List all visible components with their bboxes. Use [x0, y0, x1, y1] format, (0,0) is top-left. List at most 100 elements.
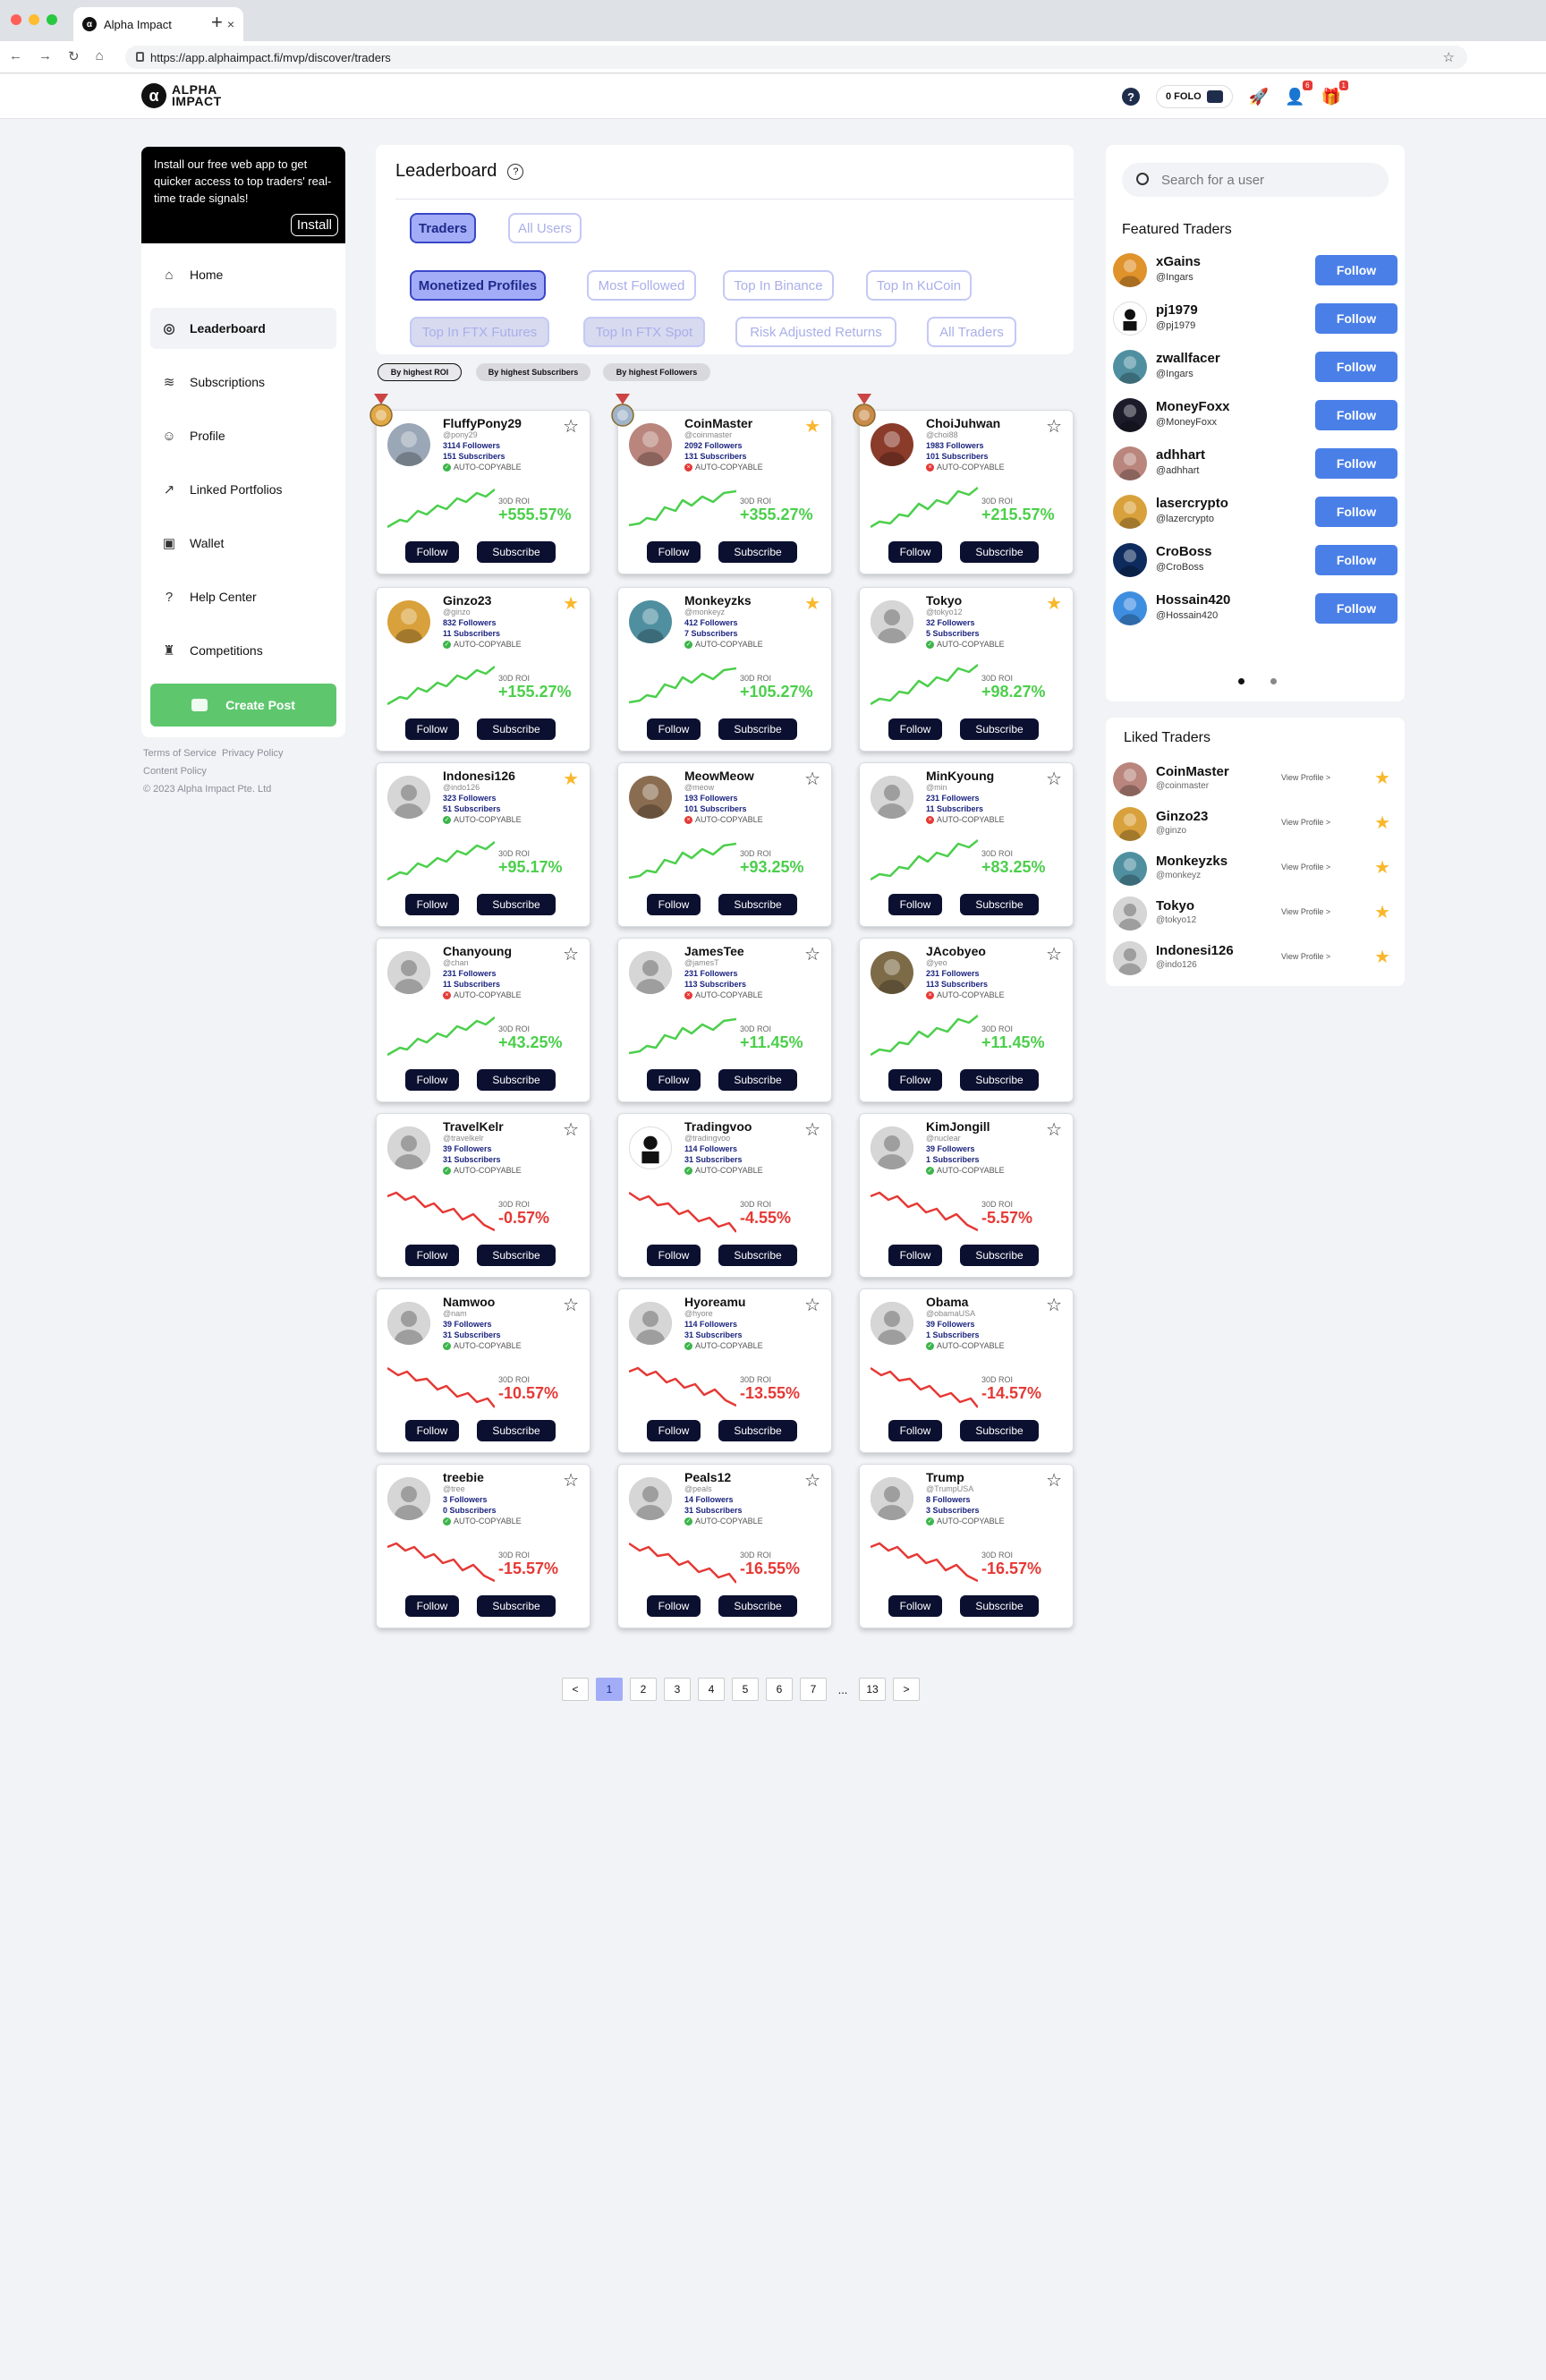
featured-trader-name[interactable]: Hossain420 [1156, 592, 1230, 608]
filter-most-followed[interactable]: Most Followed [587, 270, 696, 301]
view-profile-link[interactable]: View Profile > [1281, 773, 1330, 782]
trader-card[interactable]: KimJongill @nuclear 39 Followers 1 Subscrib… [859, 1113, 1074, 1278]
star-outline-icon[interactable]: ☆ [804, 1121, 820, 1139]
featured-trader-name[interactable]: zwallfacer [1156, 351, 1220, 366]
sidebar-item-leaderboard[interactable]: ◎ Leaderboard [150, 308, 336, 349]
view-profile-link[interactable]: View Profile > [1281, 952, 1330, 961]
trader-name[interactable]: Hyoreamu [684, 1295, 745, 1309]
star-outline-icon[interactable]: ☆ [804, 1296, 820, 1314]
star-outline-icon[interactable]: ☆ [1046, 1472, 1062, 1490]
star-filled-icon[interactable]: ★ [1374, 812, 1390, 834]
star-outline-icon[interactable]: ☆ [804, 1472, 820, 1490]
follow-button[interactable]: Follow [647, 718, 701, 740]
follow-button[interactable]: Follow [405, 541, 459, 563]
follow-button[interactable]: Follow [405, 1245, 459, 1266]
subscribe-button[interactable]: Subscribe [477, 1245, 556, 1266]
featured-follow-button[interactable]: Follow [1315, 400, 1397, 430]
star-outline-icon[interactable]: ☆ [563, 1296, 579, 1314]
trader-card[interactable]: JamesTee @jamesT 231 Followers 113 Subscrib… [617, 938, 832, 1102]
featured-trader-name[interactable]: CroBoss [1156, 544, 1212, 559]
trader-name[interactable]: Tradingvoo [684, 1119, 752, 1134]
featured-trader-name[interactable]: xGains [1156, 254, 1201, 269]
subscribe-button[interactable]: Subscribe [960, 1595, 1039, 1617]
trader-name[interactable]: Namwoo [443, 1295, 495, 1309]
trader-name[interactable]: ChoiJuhwan [926, 416, 1000, 430]
trader-name[interactable]: Chanyoung [443, 944, 512, 958]
subscribe-button[interactable]: Subscribe [718, 894, 797, 915]
follow-button[interactable]: Follow [888, 1069, 942, 1091]
trader-card[interactable]: Namwoo @nam 39 Followers 31 Subscribers ✓ AUT… [376, 1288, 590, 1453]
trader-card[interactable]: ChoiJuhwan @choi88 1983 Followers 101 Subsc… [859, 410, 1074, 574]
follow-button[interactable]: Follow [888, 1420, 942, 1441]
gift-icon[interactable]: 🎁 1 [1321, 80, 1348, 106]
featured-trader-name[interactable]: pj1979 [1156, 302, 1198, 318]
page-4-button[interactable]: 4 [698, 1678, 725, 1701]
star-outline-icon[interactable]: ☆ [804, 946, 820, 964]
sort-subscribers[interactable]: By highest Subscribers [476, 363, 590, 381]
follow-button[interactable]: Follow [647, 894, 701, 915]
bookmark-star-icon[interactable]: ☆ [1443, 49, 1455, 65]
follow-button[interactable]: Follow [647, 1595, 701, 1617]
subscribe-button[interactable]: Subscribe [477, 718, 556, 740]
trader-card[interactable]: CoinMaster @coinmaster 2092 Followers 131 S… [617, 410, 832, 574]
follow-button[interactable]: Follow [647, 1420, 701, 1441]
follow-button[interactable]: Follow [647, 541, 701, 563]
trader-name[interactable]: Obama [926, 1295, 968, 1309]
alpha-impact-logo[interactable]: α ALPHA IMPACT [141, 83, 222, 108]
featured-follow-button[interactable]: Follow [1315, 255, 1397, 285]
subscribe-button[interactable]: Subscribe [718, 541, 797, 563]
follow-button[interactable]: Follow [405, 1420, 459, 1441]
trader-card[interactable]: MinKyoung @min 231 Followers 11 Subscribers… [859, 762, 1074, 927]
follow-button[interactable]: Follow [405, 718, 459, 740]
subscribe-button[interactable]: Subscribe [960, 1069, 1039, 1091]
liked-trader-name[interactable]: Monkeyzks [1156, 854, 1227, 869]
forward-icon[interactable]: → [38, 48, 52, 64]
new-tab-icon[interactable]: + [211, 11, 223, 34]
star-filled-icon[interactable]: ★ [804, 595, 820, 613]
trader-name[interactable]: CoinMaster [684, 416, 752, 430]
star-filled-icon[interactable]: ★ [1374, 856, 1390, 879]
star-outline-icon[interactable]: ☆ [804, 770, 820, 788]
window-controls[interactable] [11, 14, 57, 25]
liked-trader-name[interactable]: Ginzo23 [1156, 809, 1208, 824]
liked-trader-name[interactable]: Tokyo [1156, 898, 1194, 914]
trader-name[interactable]: treebie [443, 1470, 484, 1484]
star-outline-icon[interactable]: ☆ [563, 1472, 579, 1490]
star-outline-icon[interactable]: ☆ [1046, 1296, 1062, 1314]
filter-top-kucoin[interactable]: Top In KuCoin [866, 270, 972, 301]
trader-card[interactable]: TravelKelr @travelkelr 39 Followers 31 Subs… [376, 1113, 590, 1278]
page-5-button[interactable]: 5 [732, 1678, 759, 1701]
subscribe-button[interactable]: Subscribe [960, 1245, 1039, 1266]
star-filled-icon[interactable]: ★ [563, 595, 579, 613]
star-outline-icon[interactable]: ☆ [1046, 770, 1062, 788]
trader-card[interactable]: Tokyo @tokyo12 32 Followers 5 Subscribers ✓ A… [859, 587, 1074, 752]
prev-page-button[interactable]: < [562, 1678, 589, 1701]
create-post-button[interactable]: Create Post [150, 684, 336, 727]
sort-roi[interactable]: By highest ROI [378, 363, 462, 381]
subscribe-button[interactable]: Subscribe [960, 894, 1039, 915]
featured-trader-name[interactable]: lasercrypto [1156, 496, 1228, 511]
subscribe-button[interactable]: Subscribe [477, 1420, 556, 1441]
subscribe-button[interactable]: Subscribe [960, 1420, 1039, 1441]
trader-card[interactable]: Chanyoung @chan 231 Followers 11 Subscriber… [376, 938, 590, 1102]
trader-name[interactable]: JamesTee [684, 944, 744, 958]
featured-follow-button[interactable]: Follow [1315, 545, 1397, 575]
filter-monetized-profiles[interactable]: Monetized Profiles [410, 270, 546, 301]
subscribe-button[interactable]: Subscribe [718, 718, 797, 740]
view-profile-link[interactable]: View Profile > [1281, 818, 1330, 827]
follow-button[interactable]: Follow [405, 1069, 459, 1091]
featured-follow-button[interactable]: Follow [1315, 497, 1397, 527]
page-1-button[interactable]: 1 [596, 1678, 623, 1701]
page-6-button[interactable]: 6 [766, 1678, 793, 1701]
filter-risk-adjusted[interactable]: Risk Adjusted Returns [735, 317, 896, 347]
follow-button[interactable]: Follow [888, 541, 942, 563]
trader-name[interactable]: TravelKelr [443, 1119, 504, 1134]
trader-name[interactable]: Monkeyzks [684, 593, 752, 608]
trader-card[interactable]: Monkeyzks @monkeyz 412 Followers 7 Subscrib… [617, 587, 832, 752]
star-outline-icon[interactable]: ☆ [1046, 1121, 1062, 1139]
filter-top-ftx-futures[interactable]: Top In FTX Futures [410, 317, 549, 347]
follow-button[interactable]: Follow [888, 1245, 942, 1266]
trader-card[interactable]: FluffyPony29 @pony29 3114 Followers 151 Sub… [376, 410, 590, 574]
subscribe-button[interactable]: Subscribe [477, 1595, 556, 1617]
follow-button[interactable]: Follow [405, 1595, 459, 1617]
